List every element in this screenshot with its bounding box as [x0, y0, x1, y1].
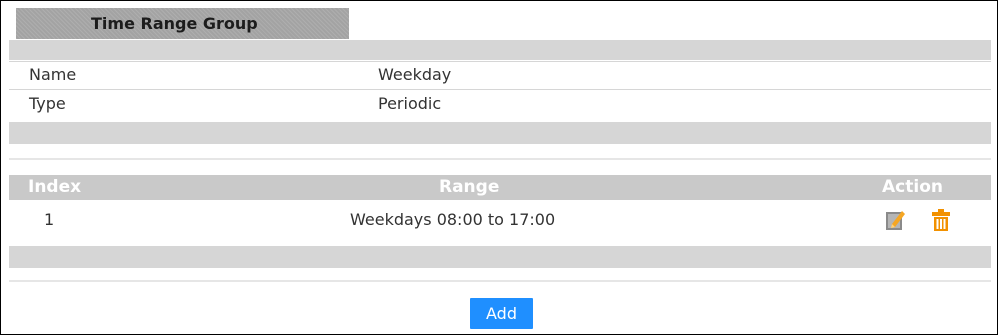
header-action: Action	[882, 177, 943, 197]
section-divider	[9, 158, 991, 160]
name-value: Weekday	[378, 65, 452, 84]
header-range: Range	[439, 177, 500, 197]
edit-icon[interactable]	[885, 208, 907, 232]
section-bar-top	[9, 40, 991, 60]
header-index: Index	[28, 177, 82, 197]
row-range: Weekdays 08:00 to 17:00	[350, 210, 556, 229]
add-button[interactable]: Add	[470, 298, 533, 329]
section-bar-bottom	[9, 122, 991, 144]
type-value: Periodic	[378, 94, 442, 113]
row-divider	[9, 89, 991, 90]
delete-icon[interactable]	[930, 208, 952, 232]
table-header: Index Range Action	[9, 175, 991, 200]
row-index: 1	[44, 210, 55, 229]
group-tab: Time Range Group	[16, 8, 349, 39]
group-title: Time Range Group	[91, 14, 258, 33]
name-label: Name	[29, 65, 77, 84]
type-label: Type	[29, 94, 66, 113]
time-range-panel: Time Range Group Name Weekday Type Perio…	[0, 0, 998, 335]
row-divider	[9, 61, 991, 62]
section-divider	[9, 280, 991, 282]
section-bar-table-bottom	[9, 246, 991, 268]
